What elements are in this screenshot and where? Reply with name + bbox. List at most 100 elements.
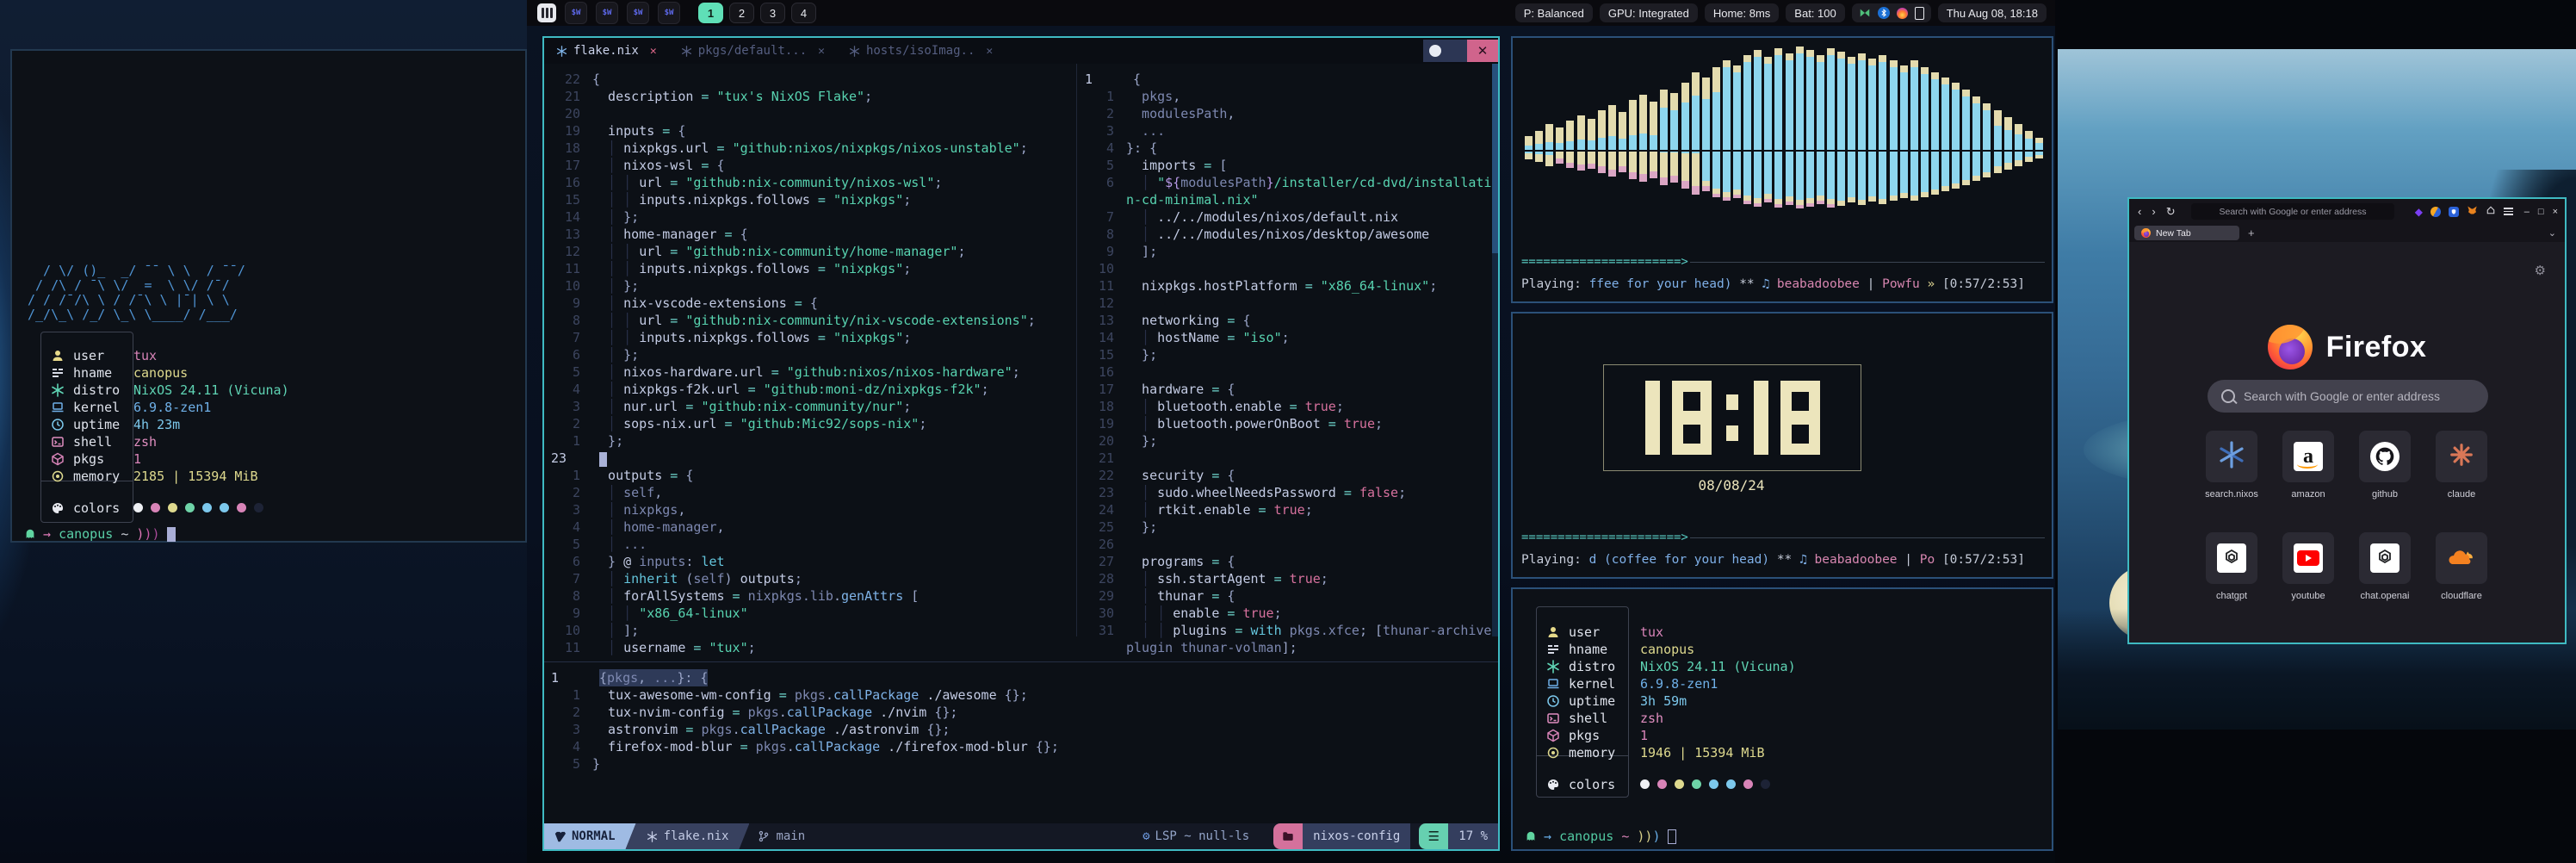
- taglist-app-icon[interactable]: $W: [658, 2, 680, 24]
- fastfetch-value-kernel: 6.9.8-zen1: [1640, 675, 1718, 692]
- fastfetch-row-memory: memory: [51, 468, 120, 485]
- code-line: 13 │ home-manager = {: [544, 226, 1076, 243]
- close-button[interactable]: ×: [2553, 207, 2558, 217]
- firefox-window[interactable]: ‹ › ↻ Search with Google or enter addres…: [2127, 197, 2567, 644]
- code-line: 3 astronvim = pkgs.callPackage ./astronv…: [544, 721, 1491, 738]
- terminal-window-fastfetch-left[interactable]: / \/ ()_ _/ ¯¯ \ \ / ¯¯/ / /\ / ¯\ \/ = …: [10, 49, 527, 543]
- shortcut-label: cloudflare: [2429, 591, 2494, 601]
- tab-new-tab[interactable]: New Tab: [2134, 226, 2239, 240]
- code-line: 5 imports = [: [1078, 157, 1489, 174]
- split-separator[interactable]: [1076, 64, 1077, 636]
- extension-house-icon[interactable]: [2486, 204, 2496, 220]
- editor-pane-iso[interactable]: 1{1 pkgs,2 modulesPath,3 ...4}: {5 impor…: [1078, 71, 1489, 656]
- terminal-cursor: [1668, 829, 1676, 844]
- flame-app-icon[interactable]: [1897, 8, 1908, 19]
- top-bar: $W$W$W$W 1234 P: BalancedGPU: Integrated…: [527, 0, 2055, 26]
- taglist-app-icon[interactable]: $W: [565, 2, 587, 24]
- tab-close-icon[interactable]: ✕: [986, 45, 993, 58]
- firefox-logo: [2268, 325, 2313, 369]
- shortcut-tile-search.nixos[interactable]: [2206, 431, 2257, 482]
- flake-icon: [1546, 660, 1560, 674]
- shell-prompt[interactable]: → canopus ~ ))): [1525, 829, 1676, 844]
- personalize-gear-icon[interactable]: ⚙: [2535, 263, 2546, 278]
- clock-widget: Thu Aug 08, 18:18: [1938, 3, 2047, 22]
- url-bar[interactable]: Search with Google or enter address: [2191, 203, 2394, 220]
- editor-pane-flake[interactable]: 22{21 description = "tux's NixOS Flake";…: [544, 71, 1076, 656]
- workspace-4[interactable]: 4: [791, 3, 816, 23]
- fastfetch-row-uptime: uptime: [1546, 692, 1615, 710]
- split-separator-horizontal[interactable]: [544, 661, 1498, 662]
- buffer-tab-hosts-isoImag-[interactable]: hosts/isoImag..✕: [837, 38, 1005, 64]
- shortcut-label: claude: [2429, 489, 2494, 500]
- workspace-3[interactable]: 3: [760, 3, 785, 23]
- buffer-tab-flake-nix[interactable]: flake.nix✕: [544, 38, 669, 64]
- code-line: 3 │ nur.url = "github:nix-community/nur"…: [544, 398, 1076, 415]
- editor-pane-pkgs[interactable]: 1{pkgs, ...}: {1 tux-awesome-wm-config =…: [544, 669, 1491, 773]
- minimize-button[interactable]: –: [2524, 207, 2530, 217]
- code-line: 1 };: [544, 432, 1076, 450]
- forward-button[interactable]: ›: [2152, 205, 2155, 218]
- terminal-window-fastfetch-right[interactable]: usertuxhnamecanopusdistroNixOS 24.11 (Vi…: [1511, 587, 2053, 851]
- tab-list-chevron-icon[interactable]: ⌄: [2548, 227, 2556, 239]
- terminal-cursor: [167, 527, 176, 542]
- fastfetch-value-memory: 1946 | 15394 MiB: [1640, 744, 1765, 761]
- clock-terminal-window[interactable]: 08/08/24 ======================> Playing…: [1511, 312, 2053, 579]
- bluetooth-icon[interactable]: [1878, 7, 1890, 19]
- maximize-button[interactable]: □: [2538, 207, 2544, 217]
- code-line: 1{: [1078, 71, 1489, 88]
- metamask-icon[interactable]: [2467, 204, 2478, 220]
- code-line: 9 │ nix-vscode-extensions = {: [544, 295, 1076, 312]
- extension-icon-round[interactable]: [2430, 207, 2441, 217]
- taglist-app-icon[interactable]: $W: [627, 2, 649, 24]
- nix-file-icon: [556, 46, 567, 57]
- code-line: 10: [1078, 260, 1489, 277]
- code-line: 15 };: [1078, 346, 1489, 363]
- openai-icon: [2217, 543, 2246, 573]
- shortcut-tile-claude[interactable]: [2436, 431, 2487, 482]
- syncthing-icon[interactable]: [1859, 7, 1871, 19]
- hamburger-menu-icon[interactable]: [2504, 208, 2513, 215]
- laptop-icon: [51, 400, 65, 414]
- vim-icon: [554, 831, 566, 842]
- system-tray[interactable]: [1852, 3, 1931, 22]
- person-icon: [51, 349, 65, 363]
- search-input[interactable]: Search with Google or enter address: [2208, 380, 2488, 413]
- code-line: 8 │ forAllSystems = nixpkgs.lib.genAttrs…: [544, 587, 1076, 605]
- neovim-window[interactable]: flake.nix✕pkgs/default...✕hosts/isoImag.…: [542, 36, 1500, 851]
- extension-icon-shield[interactable]: [2449, 207, 2459, 217]
- tab-close-icon[interactable]: ✕: [650, 45, 657, 58]
- extension-icon-purple[interactable]: ◆: [2415, 206, 2423, 218]
- shortcut-tile-amazon[interactable]: a: [2282, 431, 2334, 482]
- code-line: 7 │ │ inputs.nixpkgs.follows = "nixpkgs"…: [544, 329, 1076, 346]
- shortcut-tile-chatgpt[interactable]: [2206, 532, 2257, 584]
- buffer-tab-pkgs-default-[interactable]: pkgs/default...✕: [669, 38, 837, 64]
- scrollbar[interactable]: [1492, 64, 1498, 636]
- code-line: 6 │ "${modulesPath}/installer/cd-dvd/ins…: [1078, 174, 1489, 191]
- code-line: 19 │ bluetooth.powerOnBoot = true;: [1078, 415, 1489, 432]
- new-tab-button[interactable]: +: [2248, 227, 2255, 239]
- code-line: 4 │ nixpkgs-f2k.url = "github:moni-dz/ni…: [544, 381, 1076, 398]
- editor-area[interactable]: 22{21 description = "tux's NixOS Flake";…: [544, 64, 1498, 823]
- shortcut-tile-cloudflare[interactable]: [2436, 532, 2487, 584]
- bufferline-toggle[interactable]: [1423, 40, 1467, 62]
- shortcut-tile-github[interactable]: [2359, 431, 2411, 482]
- editor-cursor: [599, 452, 607, 467]
- phone-icon[interactable]: [1915, 7, 1924, 20]
- shortcut-tile-youtube[interactable]: [2282, 532, 2334, 584]
- chip-icon: [51, 469, 65, 483]
- cava-terminal-window[interactable]: ======================> Playing: ffee fo…: [1511, 36, 2053, 303]
- mode-segment: NORMAL: [544, 823, 636, 849]
- reload-button[interactable]: ↻: [2166, 205, 2176, 219]
- back-button[interactable]: ‹: [2138, 205, 2141, 218]
- tab-close-icon[interactable]: ✕: [818, 45, 825, 58]
- code-line: 30 │ │ enable = true;: [1078, 605, 1489, 622]
- code-line: 22{: [544, 71, 1076, 88]
- shortcut-tile-chat.openai[interactable]: [2359, 532, 2411, 584]
- shortcut-label: chat.openai: [2352, 591, 2418, 601]
- shell-prompt[interactable]: → canopus ~ ))): [24, 526, 176, 542]
- buffer-close-button[interactable]: ✕: [1467, 40, 1498, 62]
- taglist-app-icon[interactable]: $W: [596, 2, 618, 24]
- workspace-1[interactable]: 1: [698, 3, 723, 23]
- workspace-2[interactable]: 2: [729, 3, 754, 23]
- menu-icon[interactable]: [537, 3, 556, 22]
